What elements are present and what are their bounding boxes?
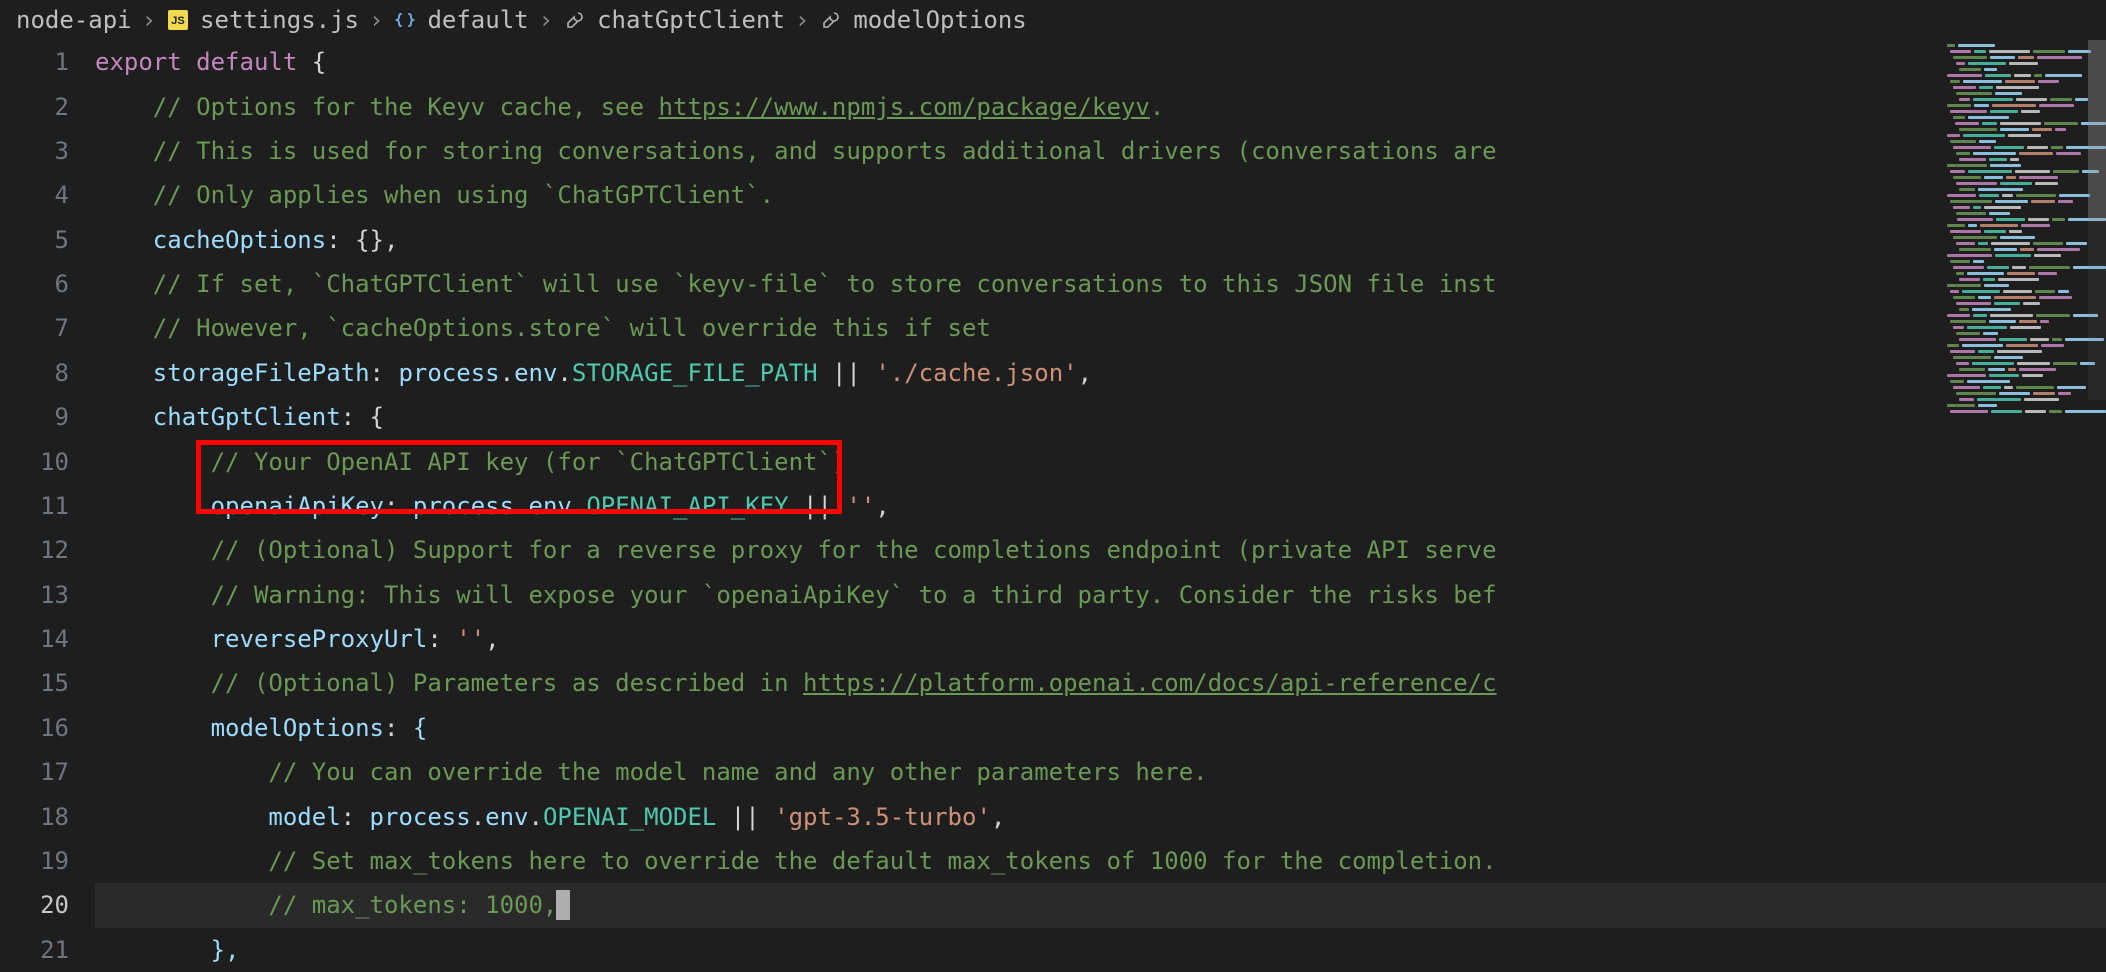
- svg-text:JS: JS: [171, 15, 184, 27]
- token-comment: // This is used for storing conversation…: [153, 137, 1497, 165]
- text-cursor: [556, 890, 570, 920]
- line-number: 3: [0, 129, 69, 173]
- token-property: openaiApiKey: [211, 492, 384, 520]
- link[interactable]: https://www.npmjs.com/package/keyv: [659, 93, 1150, 121]
- code-line: },: [95, 928, 2106, 972]
- code-line: // However, `cacheOptions.store` will ov…: [95, 306, 2106, 350]
- chevron-right-icon: ›: [795, 6, 809, 34]
- line-number: 17: [0, 750, 69, 794]
- code-line: // You can override the model name and a…: [95, 750, 2106, 794]
- code-line: // Only applies when using `ChatGPTClien…: [95, 173, 2106, 217]
- breadcrumb-folder[interactable]: node-api: [16, 6, 132, 34]
- line-number: 18: [0, 794, 69, 838]
- code-line: model: process.env.OPENAI_MODEL || 'gpt-…: [95, 794, 2106, 838]
- breadcrumb-symbol-label: modelOptions: [853, 6, 1026, 34]
- line-number: 20: [0, 883, 69, 927]
- breadcrumb-symbol-chatgptclient[interactable]: chatGptClient: [563, 6, 785, 34]
- line-number: 19: [0, 839, 69, 883]
- token-comment: // Options for the Keyv cache, see: [153, 93, 659, 121]
- line-number: 4: [0, 173, 69, 217]
- token-comment: // Set max_tokens here to override the d…: [268, 847, 1496, 875]
- chevron-right-icon: ›: [539, 6, 553, 34]
- token-comment: // (Optional) Parameters as described in: [211, 669, 803, 697]
- line-number: 15: [0, 661, 69, 705]
- token-keyword: default: [196, 48, 297, 76]
- token-comment: // (Optional) Support for a reverse prox…: [211, 536, 1497, 564]
- line-number: 6: [0, 262, 69, 306]
- code-line: chatGptClient: {: [95, 395, 2106, 439]
- code-line: // Warning: This will expose your `opena…: [95, 573, 2106, 617]
- breadcrumb: node-api › JS settings.js › default › ch…: [0, 0, 2106, 40]
- line-number-gutter: 123456789101112131415161718192021: [0, 40, 95, 972]
- line-number: 1: [0, 40, 69, 84]
- line-number: 7: [0, 306, 69, 350]
- line-number: 12: [0, 528, 69, 572]
- line-number: 13: [0, 573, 69, 617]
- code-line: reverseProxyUrl: '',: [95, 617, 2106, 661]
- line-number: 10: [0, 439, 69, 483]
- module-icon: [393, 8, 417, 32]
- code-line: // (Optional) Parameters as described in…: [95, 661, 2106, 705]
- token-comment: // Only applies when using `ChatGPTClien…: [153, 181, 774, 209]
- token-property: cacheOptions: [153, 226, 326, 254]
- line-number: 5: [0, 218, 69, 262]
- code-line-current: // max_tokens: 1000,: [95, 883, 2106, 927]
- code-area[interactable]: export default { // Options for the Keyv…: [95, 40, 2106, 972]
- minimap[interactable]: [1938, 44, 2106, 439]
- token-comment: // Warning: This will expose your `opena…: [211, 581, 1497, 609]
- token-comment: // If set, `ChatGPTClient` will use `key…: [153, 270, 1497, 298]
- line-number: 14: [0, 617, 69, 661]
- breadcrumb-symbol-default[interactable]: default: [393, 6, 528, 34]
- code-line: // This is used for storing conversation…: [95, 129, 2106, 173]
- token-comment: // Your OpenAI API key (for `ChatGPTClie…: [211, 448, 847, 476]
- scrollbar-thumb[interactable]: [2088, 40, 2106, 220]
- breadcrumb-file-label: settings.js: [200, 6, 359, 34]
- link[interactable]: https://platform.openai.com/docs/api-ref…: [803, 669, 1497, 697]
- line-number: 21: [0, 928, 69, 972]
- token-property: model: [268, 803, 340, 831]
- js-file-icon: JS: [166, 8, 190, 32]
- breadcrumb-folder-label: node-api: [16, 6, 132, 34]
- chevron-right-icon: ›: [142, 6, 156, 34]
- token-property: storageFilePath: [153, 359, 370, 387]
- line-number: 2: [0, 84, 69, 128]
- token-keyword: export: [95, 48, 182, 76]
- code-line: modelOptions: {: [95, 706, 2106, 750]
- code-line: cacheOptions: {},: [95, 218, 2106, 262]
- line-number: 16: [0, 706, 69, 750]
- code-line: storageFilePath: process.env.STORAGE_FIL…: [95, 351, 2106, 395]
- token-comment: // You can override the model name and a…: [268, 758, 1207, 786]
- token-comment: // However, `cacheOptions.store` will ov…: [153, 314, 991, 342]
- breadcrumb-symbol-label: chatGptClient: [597, 6, 785, 34]
- breadcrumb-symbol-label: default: [427, 6, 528, 34]
- code-line: // Options for the Keyv cache, see https…: [95, 84, 2106, 128]
- vertical-scrollbar[interactable]: [2088, 40, 2106, 400]
- code-editor[interactable]: 123456789101112131415161718192021 export…: [0, 40, 2106, 972]
- code-line: openaiApiKey: process.env.OPENAI_API_KEY…: [95, 484, 2106, 528]
- breadcrumb-file[interactable]: JS settings.js: [166, 6, 359, 34]
- token-property: reverseProxyUrl: [211, 625, 428, 653]
- code-line: export default {: [95, 40, 2106, 84]
- token-property: modelOptions: [211, 714, 384, 742]
- token-comment: // max_tokens: 1000,: [268, 891, 557, 919]
- code-line: // If set, `ChatGPTClient` will use `key…: [95, 262, 2106, 306]
- line-number: 11: [0, 484, 69, 528]
- token-property: chatGptClient: [153, 403, 341, 431]
- code-line: // Set max_tokens here to override the d…: [95, 839, 2106, 883]
- line-number: 9: [0, 395, 69, 439]
- property-icon: [819, 8, 843, 32]
- chevron-right-icon: ›: [369, 6, 383, 34]
- code-line: // (Optional) Support for a reverse prox…: [95, 528, 2106, 572]
- property-icon: [563, 8, 587, 32]
- line-number: 8: [0, 351, 69, 395]
- code-line: // Your OpenAI API key (for `ChatGPTClie…: [95, 439, 2106, 483]
- token-punct: {: [297, 48, 326, 76]
- breadcrumb-symbol-modeloptions[interactable]: modelOptions: [819, 6, 1026, 34]
